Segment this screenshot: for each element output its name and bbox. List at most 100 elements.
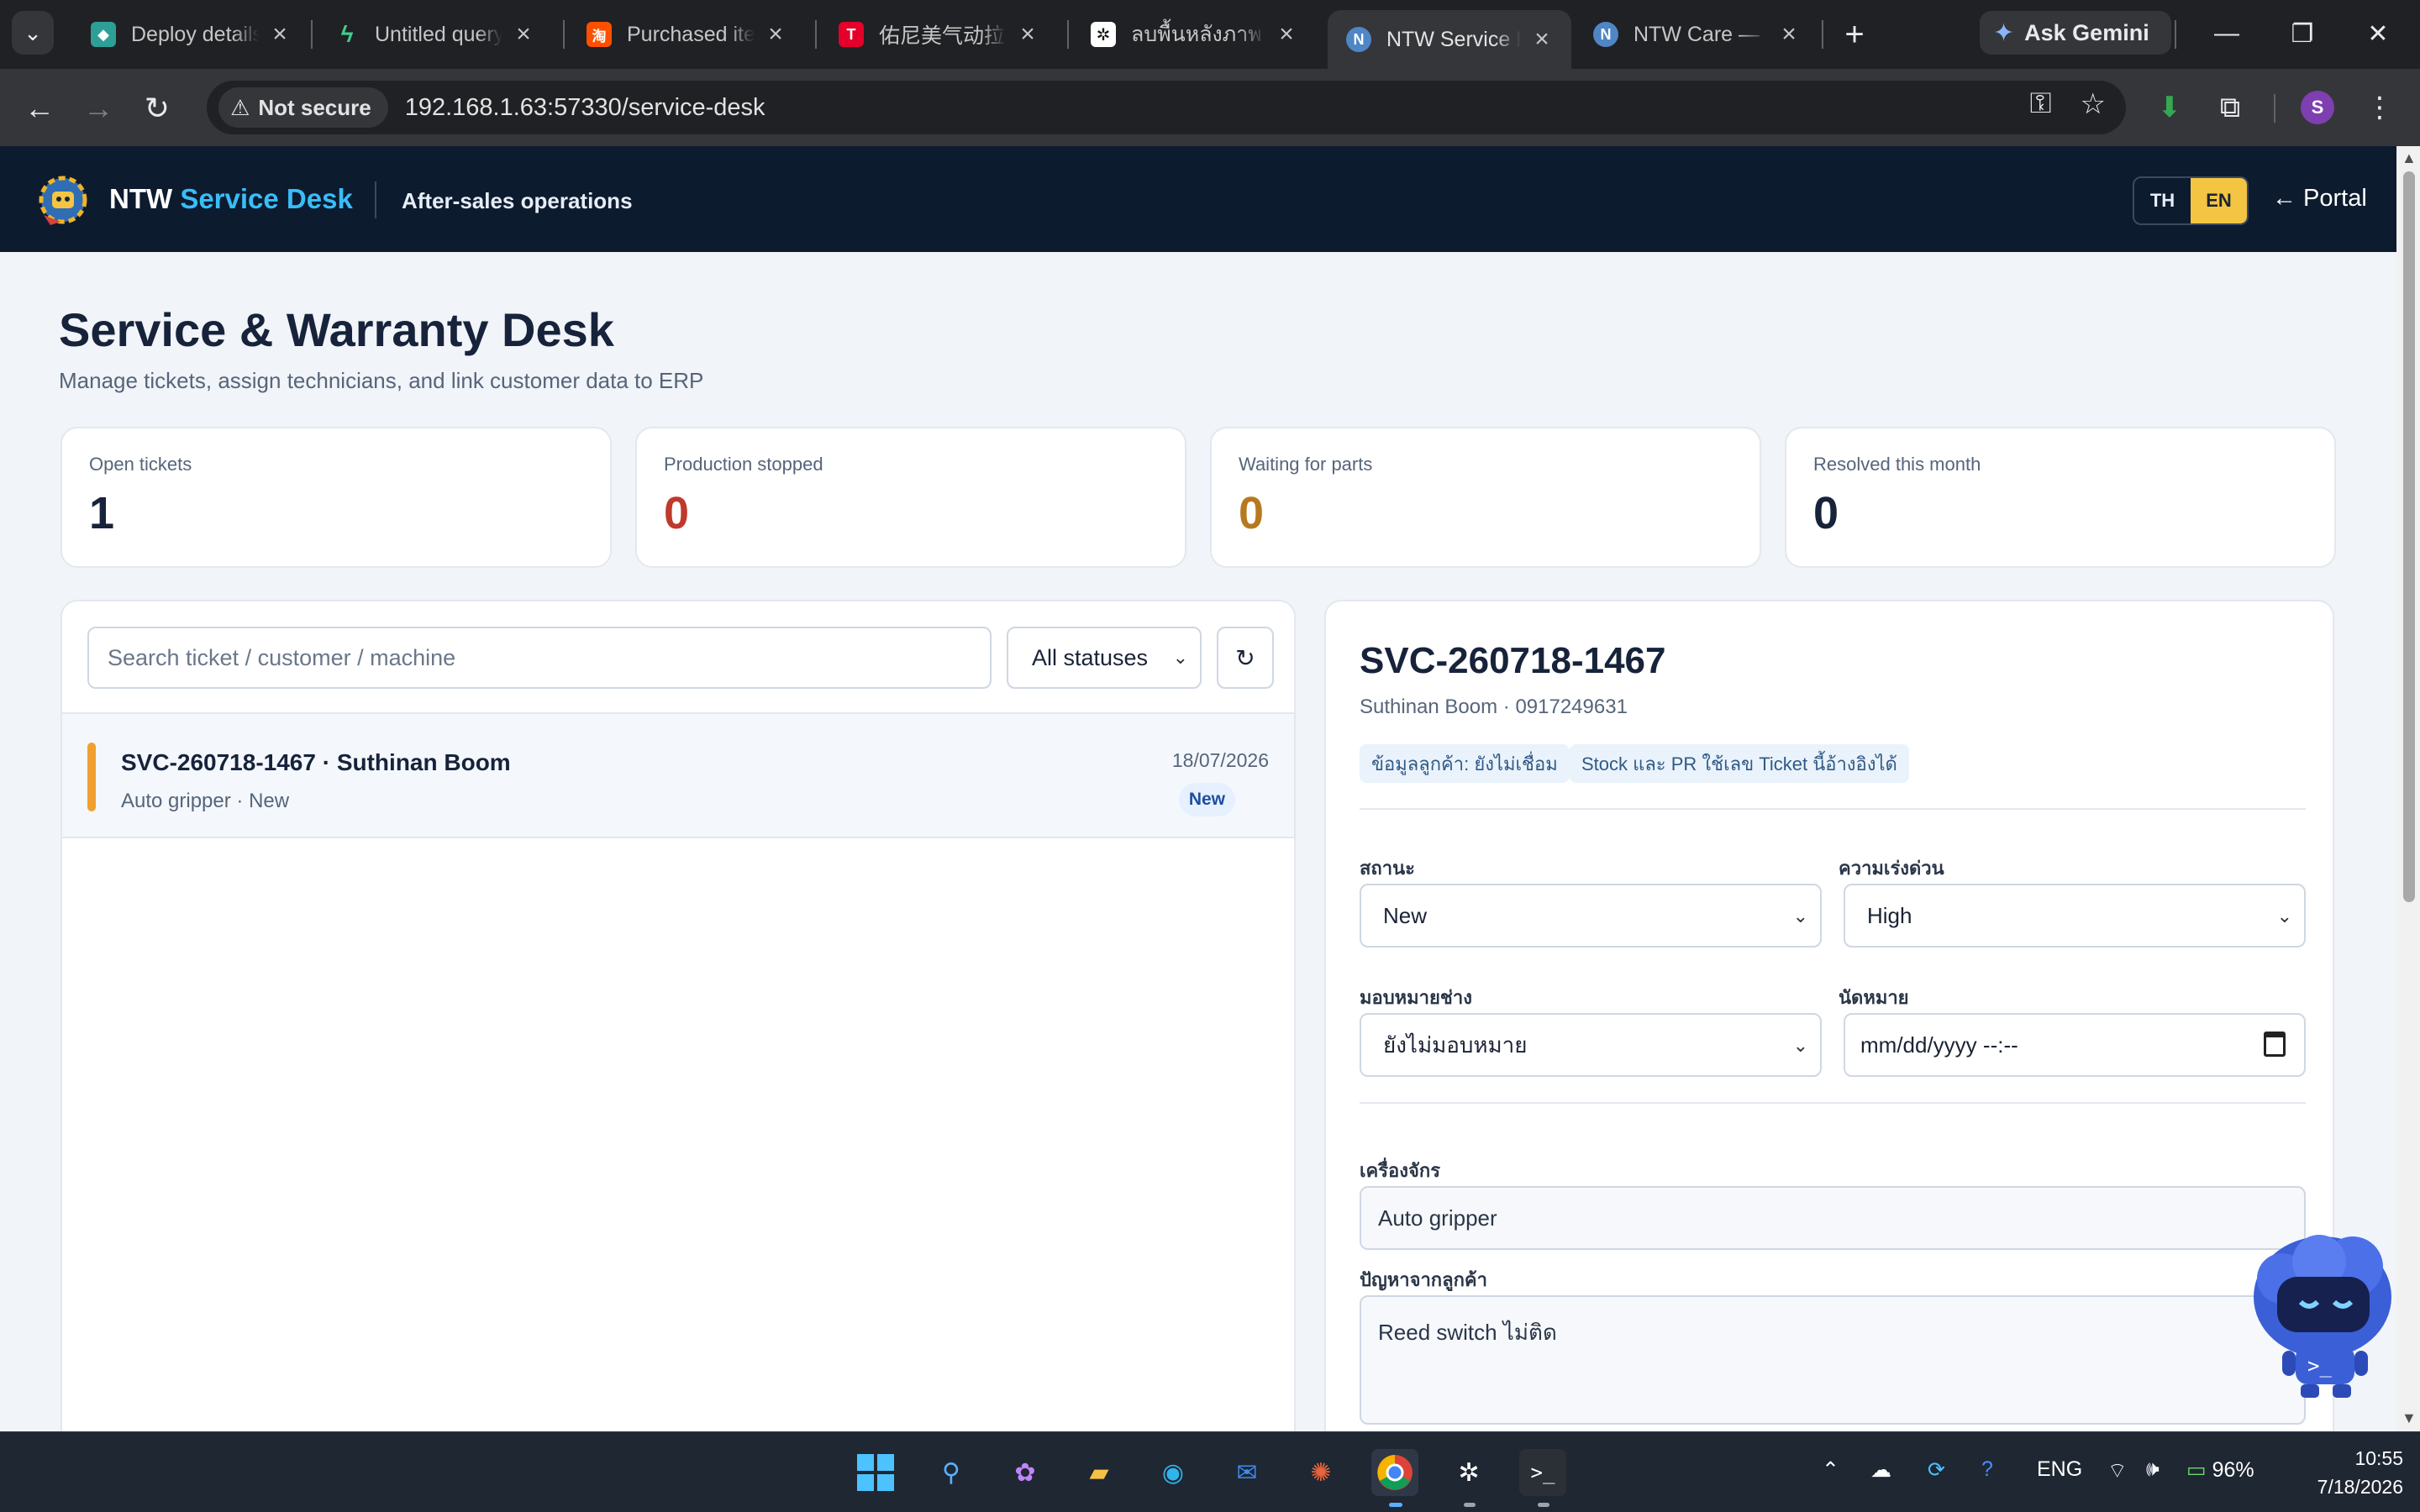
close-icon[interactable]: × <box>763 20 788 49</box>
calendar-icon[interactable] <box>2264 1032 2286 1057</box>
file-explorer-icon[interactable]: ▰ <box>1076 1449 1123 1496</box>
brand-accent: Service Desk <box>180 183 353 214</box>
new-tab-icon[interactable]: + <box>1835 15 1874 54</box>
security-indicator[interactable]: ⚠ Not secure <box>218 87 388 128</box>
lang-th-button[interactable]: TH <box>2134 178 2191 223</box>
terminal-icon[interactable]: >_ <box>1519 1449 1566 1496</box>
sync-icon[interactable]: ⟳ <box>1928 1457 1945 1483</box>
machine-field[interactable]: Auto gripper <box>1360 1186 2306 1250</box>
refresh-button[interactable]: ↻ <box>1217 627 1274 689</box>
url-text[interactable]: 192.168.1.63:57330/service-desk <box>405 94 765 122</box>
tab-title: Deploy details <box>131 22 259 46</box>
close-icon[interactable]: × <box>267 20 292 49</box>
ntw-icon: N <box>1593 22 1618 47</box>
password-key-icon[interactable]: ⚿ <box>2030 87 2052 121</box>
stat-card-open-tickets: Open tickets 1 <box>60 427 612 568</box>
browser-tab-service-desk[interactable]: N NTW Service Desk × <box>1328 10 1571 69</box>
urgency-select[interactable]: High ⌄ <box>1844 884 2306 948</box>
ticket-detail-panel: SVC-260718-1467 Suthinan Boom · 09172496… <box>1324 600 2334 1431</box>
search-placeholder: Search ticket / customer / machine <box>108 644 456 670</box>
appointment-placeholder: mm/dd/yyyy --:-- <box>1860 1032 2018 1058</box>
close-icon[interactable]: × <box>1015 20 1040 49</box>
extensions-icon[interactable]: ⧉ <box>2207 84 2254 131</box>
stat-value: 1 <box>89 488 115 538</box>
appointment-datetime-input[interactable]: mm/dd/yyyy --:-- <box>1844 1013 2306 1077</box>
stat-value: 0 <box>664 488 690 538</box>
page-title: Service & Warranty Desk <box>59 303 614 356</box>
ticket-title: SVC-260718-1467 · Suthinan Boom <box>121 749 511 775</box>
reload-icon[interactable]: ↻ <box>136 87 178 129</box>
scroll-down-icon[interactable]: ▼ <box>2402 1410 2417 1427</box>
browser-tab-chatgpt[interactable]: ✲ ลบพื้นหลังภาพ × <box>1072 10 1316 59</box>
assign-technician-select[interactable]: ยังไม่มอบหมาย ⌄ <box>1360 1013 1822 1077</box>
back-icon[interactable]: ← <box>18 87 60 129</box>
brand-title[interactable]: NTW Service Desk <box>109 183 353 215</box>
stat-value: 0 <box>1239 488 1265 538</box>
tab-separator <box>2175 20 2176 49</box>
tray-chevron-icon[interactable]: ⌃ <box>1822 1457 1839 1483</box>
clock-date: 7/18/2026 <box>2317 1476 2403 1498</box>
browser-tab-purchased[interactable]: 淘 Purchased items × <box>568 10 805 59</box>
search-icon[interactable]: ⚲ <box>928 1449 975 1496</box>
stat-card-waiting-parts: Waiting for parts 0 <box>1210 427 1761 568</box>
chatgpt-app-icon[interactable]: ✲ <box>1445 1449 1492 1496</box>
urgency-label: ความเร่งด่วน <box>1839 858 1944 879</box>
toolbar-separator <box>2274 94 2275 123</box>
tab-separator <box>1067 20 1069 49</box>
battery-indicator[interactable]: ▭ 96% <box>2186 1457 2254 1483</box>
lang-en-button[interactable]: EN <box>2191 178 2247 223</box>
close-icon[interactable]: × <box>1529 25 1555 54</box>
scroll-thumb[interactable] <box>2403 171 2415 902</box>
edge-browser-icon[interactable]: ◉ <box>1150 1449 1197 1496</box>
profile-avatar[interactable]: S <box>2294 84 2341 131</box>
tab-title: Untitled query <box>375 22 502 46</box>
outlook-icon[interactable]: ✉ <box>1223 1449 1270 1496</box>
status-filter-select[interactable]: All statuses ⌄ <box>1007 627 1202 689</box>
browser-tab-tmall[interactable]: T 佑尼美气动拉线 × <box>820 10 1057 59</box>
ask-gemini-button[interactable]: ✦ Ask Gemini <box>1980 11 2171 55</box>
close-icon[interactable]: × <box>1776 20 1802 49</box>
tab-search-button[interactable]: ⌄ <box>12 11 54 55</box>
copilot-icon[interactable]: ✿ <box>1002 1449 1049 1496</box>
problem-label: ปัญหาจากลูกค้า <box>1360 1269 1488 1290</box>
close-icon[interactable]: × <box>1274 20 1299 49</box>
window-close-icon[interactable]: ✕ <box>2344 13 2412 54</box>
app-header: NTW Service Desk After-sales operations … <box>0 146 2396 252</box>
help-icon[interactable]: ? <box>1981 1457 1993 1482</box>
bookmark-star-icon[interactable]: ☆ <box>2081 87 2106 121</box>
download-icon[interactable]: ⬇ <box>2146 84 2193 131</box>
forward-icon[interactable]: → <box>77 87 119 129</box>
chrome-icon[interactable] <box>1371 1449 1418 1496</box>
stat-label: Resolved this month <box>1813 454 1981 475</box>
portal-link[interactable]: ← Portal <box>2272 185 2367 213</box>
status-select[interactable]: New ⌄ <box>1360 884 1822 948</box>
kebab-menu-icon[interactable]: ⋮ <box>2356 84 2403 131</box>
stat-card-production-stopped: Production stopped 0 <box>635 427 1186 568</box>
refresh-icon: ↻ <box>1235 644 1255 671</box>
browser-tab-query[interactable]: ϟ Untitled query × <box>316 10 553 59</box>
address-bar[interactable]: ⚠ Not secure 192.168.1.63:57330/service-… <box>207 81 2126 134</box>
scroll-up-icon[interactable]: ▲ <box>2402 150 2417 167</box>
claude-icon[interactable]: ✺ <box>1297 1449 1344 1496</box>
page-scrollbar[interactable]: ▲ ▼ <box>2396 146 2420 1431</box>
gemini-sparkle-icon: ✦ <box>1993 18 2015 47</box>
netlify-icon: ◆ <box>91 22 116 47</box>
ticket-list-item[interactable]: SVC-260718-1467 · Suthinan Boom Auto gri… <box>62 714 1294 838</box>
browser-tab-ntw-care[interactable]: N NTW Care — Service × <box>1575 10 1818 59</box>
wifi-icon[interactable]: ⌔ <box>2107 1457 2128 1483</box>
assistant-bot-button[interactable]: >_ <box>2252 1228 2396 1399</box>
machine-label: เครื่องจักร <box>1360 1160 1441 1181</box>
restore-icon[interactable]: ❐ <box>2269 13 2336 54</box>
browser-tab-deploy[interactable]: ◆ Deploy details × <box>72 10 309 59</box>
system-clock[interactable]: 10:55 7/18/2026 <box>2286 1444 2403 1501</box>
close-icon[interactable]: × <box>511 20 536 49</box>
start-menu-icon[interactable] <box>852 1449 899 1496</box>
search-input[interactable]: Search ticket / customer / machine <box>87 627 992 689</box>
minimize-icon[interactable]: — <box>2193 13 2260 54</box>
active-app-indicator <box>1389 1503 1402 1507</box>
volume-icon[interactable]: 🕪 <box>2146 1457 2160 1482</box>
stat-label: Open tickets <box>89 454 192 475</box>
onedrive-icon[interactable]: ☁ <box>1870 1457 1891 1483</box>
problem-textarea[interactable]: Reed switch ไม่ติด <box>1360 1295 2306 1425</box>
input-language[interactable]: ENG <box>2037 1457 2082 1482</box>
